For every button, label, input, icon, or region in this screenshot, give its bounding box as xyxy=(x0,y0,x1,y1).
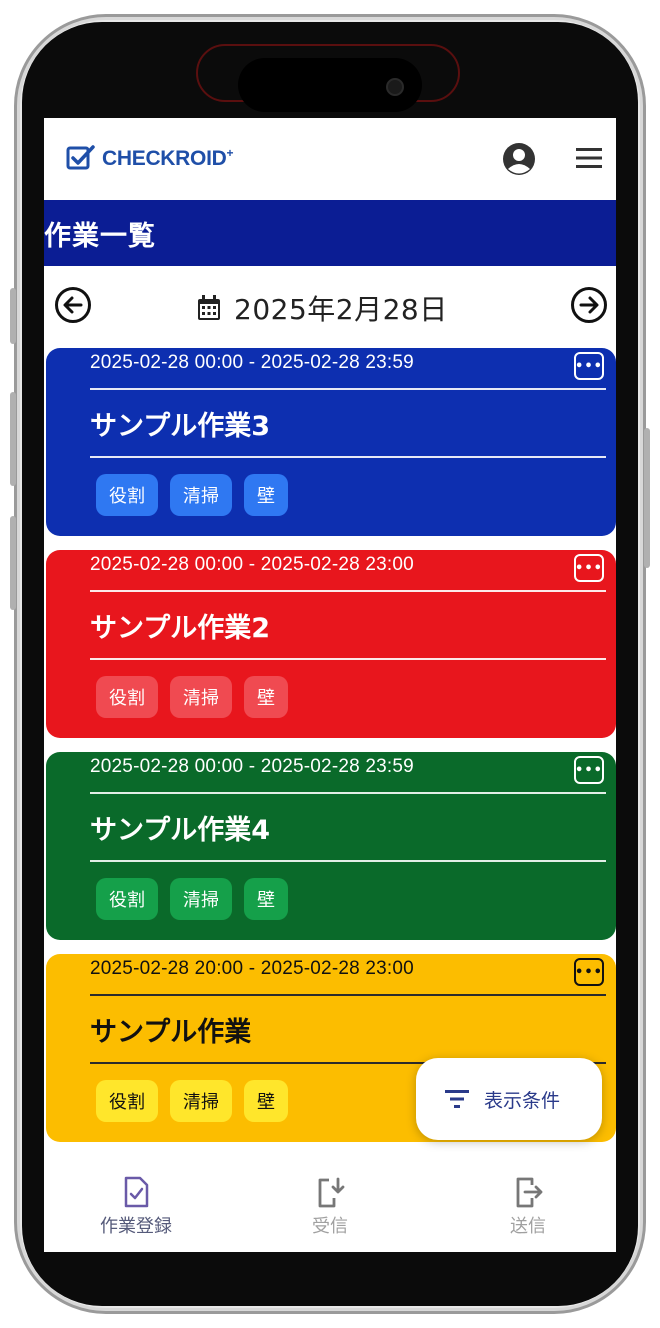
task-name: サンプル作業2 xyxy=(90,613,270,644)
next-day-icon[interactable] xyxy=(570,286,608,324)
tag-chip: 清掃 xyxy=(170,1080,232,1122)
task-time-range: 2025-02-28 00:00 - 2025-02-28 23:59 xyxy=(90,756,414,777)
front-camera xyxy=(386,78,404,96)
task-name: サンプル作業3 xyxy=(90,411,270,442)
task-name: サンプル作業 xyxy=(90,1017,252,1048)
more-options-icon[interactable]: ••• xyxy=(574,352,604,380)
nav-label: 作業登録 xyxy=(100,1216,172,1237)
nav-item-task-register[interactable]: 作業登録 xyxy=(66,1176,206,1238)
tag-chip: 壁 xyxy=(244,676,288,718)
phone-side-button xyxy=(10,288,16,344)
phone-side-button xyxy=(10,392,16,486)
date-navigation: 2025年2月28日 xyxy=(44,276,616,334)
task-tags: 役割 清掃 壁 xyxy=(96,1080,288,1122)
app-screen: CHECKROID+ 作業一覧 2025年2月28日 2025-02-28 00… xyxy=(44,118,616,1252)
account-icon[interactable] xyxy=(502,142,536,176)
task-tags: 役割 清掃 壁 xyxy=(96,878,288,920)
date-display[interactable]: 2025年2月28日 xyxy=(196,288,448,328)
bottom-navigation: 作業登録 受信 送信 xyxy=(44,1152,616,1252)
hamburger-menu-icon[interactable] xyxy=(574,146,604,170)
tag-chip: 清掃 xyxy=(170,474,232,516)
checkbox-logo-icon xyxy=(66,145,95,170)
task-check-icon xyxy=(124,1176,149,1208)
divider xyxy=(90,658,606,660)
more-options-icon[interactable]: ••• xyxy=(574,554,604,582)
logo[interactable]: CHECKROID+ xyxy=(66,144,233,172)
calendar-icon xyxy=(198,295,220,320)
divider xyxy=(90,388,606,390)
filter-label: 表示条件 xyxy=(484,1089,561,1112)
nav-item-receive[interactable]: 受信 xyxy=(260,1176,400,1238)
task-tags: 役割 清掃 壁 xyxy=(96,676,288,718)
tag-chip: 役割 xyxy=(96,474,158,516)
nav-label: 受信 xyxy=(312,1216,348,1237)
task-card[interactable]: 2025-02-28 00:00 - 2025-02-28 23:59 ••• … xyxy=(46,752,616,940)
page-title: 作業一覧 xyxy=(44,220,156,252)
filter-icon xyxy=(445,1090,469,1108)
phone-side-button xyxy=(644,428,650,568)
task-time-range: 2025-02-28 20:00 - 2025-02-28 23:00 xyxy=(90,958,414,979)
task-time-range: 2025-02-28 00:00 - 2025-02-28 23:59 xyxy=(90,352,414,373)
tag-chip: 清掃 xyxy=(170,878,232,920)
logo-text: CHECKROID+ xyxy=(102,145,234,170)
task-time-range: 2025-02-28 00:00 - 2025-02-28 23:00 xyxy=(90,554,414,575)
page-title-bar: 作業一覧 xyxy=(44,200,616,266)
nav-item-send[interactable]: 送信 xyxy=(458,1176,598,1238)
receive-icon xyxy=(318,1177,345,1208)
more-options-icon[interactable]: ••• xyxy=(574,958,604,986)
divider xyxy=(90,590,606,592)
tag-chip: 役割 xyxy=(96,878,158,920)
divider xyxy=(90,994,606,996)
task-tags: 役割 清掃 壁 xyxy=(96,474,288,516)
nav-label: 送信 xyxy=(510,1216,546,1237)
send-icon xyxy=(516,1177,543,1208)
tag-chip: 壁 xyxy=(244,474,288,516)
task-name: サンプル作業4 xyxy=(90,815,270,846)
task-card[interactable]: 2025-02-28 00:00 - 2025-02-28 23:00 ••• … xyxy=(46,550,616,738)
app-header: CHECKROID+ xyxy=(44,118,616,200)
previous-day-icon[interactable] xyxy=(54,286,92,324)
tag-chip: 役割 xyxy=(96,676,158,718)
task-card[interactable]: 2025-02-28 00:00 - 2025-02-28 23:59 ••• … xyxy=(46,348,616,536)
tag-chip: 役割 xyxy=(96,1080,158,1122)
divider xyxy=(90,792,606,794)
tag-chip: 壁 xyxy=(244,878,288,920)
current-date: 2025年2月28日 xyxy=(234,293,448,326)
tag-chip: 清掃 xyxy=(170,676,232,718)
phone-side-button xyxy=(10,516,16,610)
divider xyxy=(90,860,606,862)
filter-button[interactable]: 表示条件 xyxy=(416,1058,602,1140)
divider xyxy=(90,456,606,458)
tag-chip: 壁 xyxy=(244,1080,288,1122)
more-options-icon[interactable]: ••• xyxy=(574,756,604,784)
